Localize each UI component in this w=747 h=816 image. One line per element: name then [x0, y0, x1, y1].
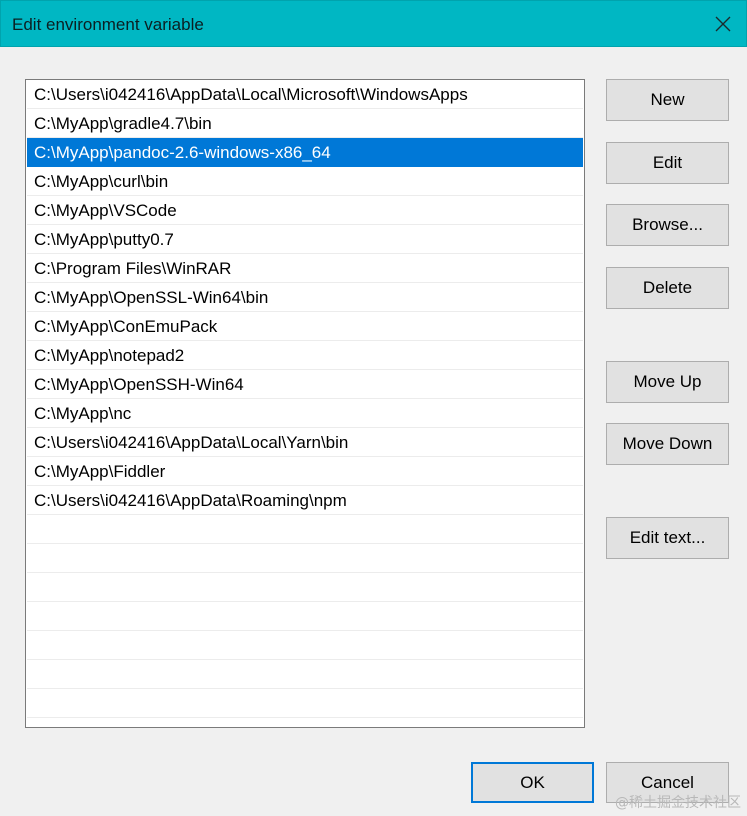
path-list-item[interactable]: C:\MyApp\pandoc-2.6-windows-x86_64	[27, 138, 583, 167]
delete-button[interactable]: Delete	[606, 267, 729, 309]
path-list-item[interactable]: C:\Program Files\WinRAR	[27, 254, 583, 283]
path-list-empty-row[interactable]	[27, 660, 583, 689]
new-button[interactable]: New	[606, 79, 729, 121]
path-list-empty-row[interactable]	[27, 689, 583, 718]
watermark: @稀土掘金技术社区	[615, 795, 741, 811]
move-up-button[interactable]: Move Up	[606, 361, 729, 403]
path-list-item[interactable]: C:\MyApp\Fiddler	[27, 457, 583, 486]
path-list-empty-row[interactable]	[27, 544, 583, 573]
window-title: Edit environment variable	[12, 15, 204, 34]
path-list-empty-row[interactable]	[27, 515, 583, 544]
close-icon	[715, 16, 731, 32]
title-bar: Edit environment variable	[0, 0, 747, 47]
move-down-button[interactable]: Move Down	[606, 423, 729, 465]
path-list[interactable]: C:\Users\i042416\AppData\Local\Microsoft…	[25, 79, 585, 728]
close-button[interactable]	[700, 1, 746, 47]
path-list-item[interactable]: C:\MyApp\notepad2	[27, 341, 583, 370]
edit-text-button[interactable]: Edit text...	[606, 517, 729, 559]
browse-button[interactable]: Browse...	[606, 204, 729, 246]
path-list-item[interactable]: C:\MyApp\OpenSSH-Win64	[27, 370, 583, 399]
path-list-item[interactable]: C:\MyApp\curl\bin	[27, 167, 583, 196]
path-list-empty-row[interactable]	[27, 602, 583, 631]
path-list-item[interactable]: C:\Users\i042416\AppData\Local\Microsoft…	[27, 80, 583, 109]
path-list-item[interactable]: C:\Users\i042416\AppData\Roaming\npm	[27, 486, 583, 515]
path-list-item[interactable]: C:\MyApp\gradle4.7\bin	[27, 109, 583, 138]
path-list-item[interactable]: C:\MyApp\nc	[27, 399, 583, 428]
path-list-item[interactable]: C:\MyApp\OpenSSL-Win64\bin	[27, 283, 583, 312]
path-list-empty-row[interactable]	[27, 631, 583, 660]
path-list-item[interactable]: C:\MyApp\ConEmuPack	[27, 312, 583, 341]
path-list-empty-row[interactable]	[27, 573, 583, 602]
path-list-item[interactable]: C:\Users\i042416\AppData\Local\Yarn\bin	[27, 428, 583, 457]
ok-button[interactable]: OK	[471, 762, 594, 803]
path-list-item[interactable]: C:\MyApp\putty0.7	[27, 225, 583, 254]
edit-button[interactable]: Edit	[606, 142, 729, 184]
path-list-item[interactable]: C:\MyApp\VSCode	[27, 196, 583, 225]
